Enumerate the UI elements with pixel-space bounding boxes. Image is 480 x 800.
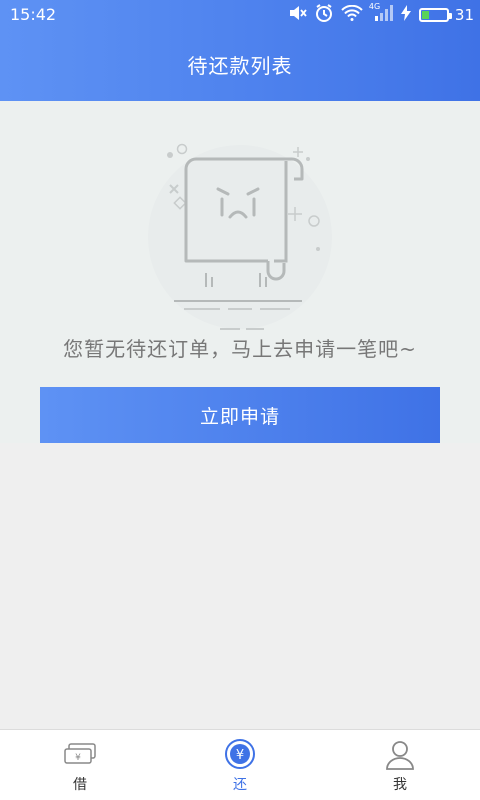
mute-icon bbox=[289, 5, 307, 25]
nav-label-me: 我 bbox=[393, 777, 407, 793]
svg-text:¥: ¥ bbox=[236, 748, 244, 763]
empty-document-illustration bbox=[140, 137, 340, 337]
battery-level bbox=[421, 11, 430, 19]
wifi-icon bbox=[341, 4, 363, 25]
user-icon bbox=[382, 738, 418, 770]
nav-label-repay: 还 bbox=[233, 777, 247, 793]
empty-state: 您暂无待还订单，马上去申请一笔吧~ 立即申请 bbox=[0, 101, 480, 443]
alarm-icon bbox=[315, 4, 333, 26]
battery-icon bbox=[418, 8, 452, 22]
charging-icon bbox=[400, 5, 411, 25]
money-bill-icon: ¥ bbox=[62, 738, 98, 770]
nav-item-repay[interactable]: ¥ 还 bbox=[160, 730, 320, 800]
nav-item-borrow[interactable]: ¥ 借 bbox=[0, 730, 160, 800]
bottom-nav: ¥ 借 ¥ 还 我 bbox=[0, 729, 480, 800]
status-bar: 15:42 4G 31 bbox=[0, 0, 480, 30]
page-title: 待还款列表 bbox=[187, 54, 293, 78]
apply-now-button[interactable]: 立即申请 bbox=[40, 387, 440, 443]
empty-message: 您暂无待还订单，马上去申请一笔吧~ bbox=[63, 337, 417, 361]
signal-icon: 4G bbox=[368, 2, 393, 25]
battery-percent: 31 bbox=[454, 6, 474, 24]
yen-circle-icon: ¥ bbox=[222, 738, 258, 770]
nav-item-me[interactable]: 我 bbox=[320, 730, 480, 800]
status-icons: 4G 31 bbox=[281, 2, 474, 26]
status-time: 15:42 bbox=[10, 5, 57, 24]
app-header: 15:42 4G 31 待还款列表 bbox=[0, 0, 480, 101]
svg-text:¥: ¥ bbox=[75, 753, 81, 763]
network-type: 4G bbox=[368, 2, 381, 11]
nav-label-borrow: 借 bbox=[73, 777, 87, 793]
